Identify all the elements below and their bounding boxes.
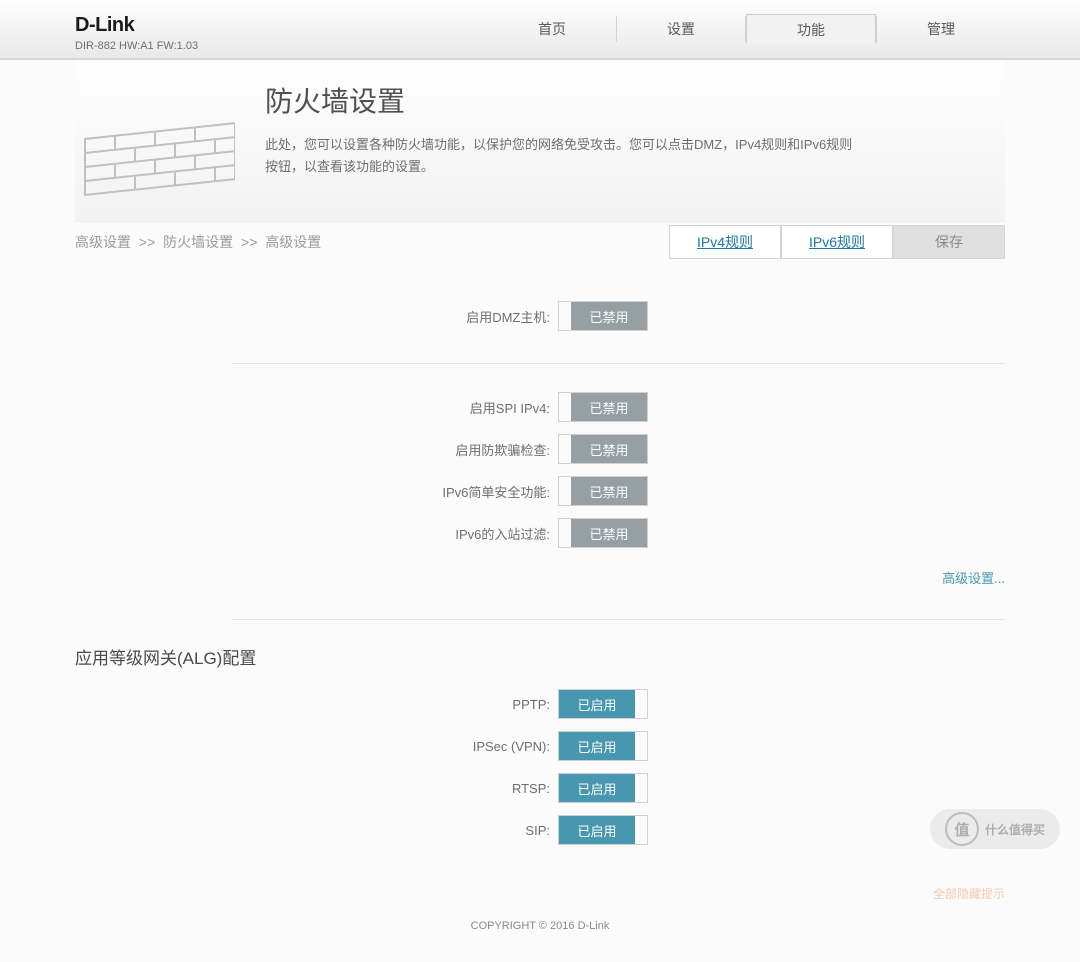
toggle-dmz[interactable]: 已禁用: [558, 301, 648, 331]
watermark: 值 什么值得买: [930, 809, 1060, 849]
label-rtsp: RTSP:: [75, 781, 558, 796]
action-bar: 高级设置 >> 防火墙设置 >> 高级设置 IPv4规则 IPv6规则 保存: [75, 223, 1005, 261]
nav-manage[interactable]: 管理: [877, 14, 1005, 44]
hide-hints-link[interactable]: 全部隐藏提示: [75, 877, 1005, 910]
label-ipv6in: IPv6的入站过滤:: [75, 524, 558, 543]
toggle-sip[interactable]: 已启用: [558, 815, 648, 845]
content: 启用DMZ主机: 已禁用 启用SPI IPv4: 已禁用 启用防欺骗检查: 已禁…: [75, 261, 1005, 910]
breadcrumb-b[interactable]: 防火墙设置: [163, 234, 233, 250]
ipv4-rules-button[interactable]: IPv4规则: [669, 225, 781, 259]
section-dmz: 启用DMZ主机: 已禁用: [75, 281, 1005, 359]
hero: 防火墙设置 此处，您可以设置各种防火墙功能，以保护您的网络免受攻击。您可以点击D…: [75, 60, 1005, 223]
label-sip: SIP:: [75, 823, 558, 838]
label-pptp: PPTP:: [75, 697, 558, 712]
nav-home[interactable]: 首页: [488, 14, 616, 44]
toggle-spi[interactable]: 已禁用: [558, 392, 648, 422]
firewall-icon: [75, 80, 255, 203]
toggle-spoof[interactable]: 已禁用: [558, 434, 648, 464]
toggle-rtsp[interactable]: 已启用: [558, 773, 648, 803]
label-ipv6simple: IPv6简单安全功能:: [75, 482, 558, 501]
label-spoof: 启用防欺骗检查:: [75, 440, 558, 459]
main-nav: 首页 设置 功能 管理: [488, 0, 1005, 58]
nav-settings[interactable]: 设置: [617, 14, 745, 44]
nav-features[interactable]: 功能: [746, 14, 876, 44]
label-ipsec: IPSec (VPN):: [75, 739, 558, 754]
section-security: 启用SPI IPv4: 已禁用 启用防欺骗检查: 已禁用 IPv6简单安全功能:…: [75, 364, 1005, 615]
page-title: 防火墙设置: [265, 80, 1005, 120]
label-spi: 启用SPI IPv4:: [75, 398, 558, 417]
label-dmz: 启用DMZ主机:: [75, 307, 558, 326]
copyright: COPYRIGHT © 2016 D-Link: [0, 910, 1080, 962]
watermark-icon: 值: [945, 812, 979, 846]
brand: D-Link DIR-882 HW:A1 FW:1.03: [75, 0, 198, 52]
breadcrumb-c: 高级设置: [265, 234, 321, 250]
alg-title: 应用等级网关(ALG)配置: [75, 644, 1005, 669]
toggle-ipv6in[interactable]: 已禁用: [558, 518, 648, 548]
page-description: 此处，您可以设置各种防火墙功能，以保护您的网络免受攻击。您可以点击DMZ，IPv…: [265, 134, 855, 178]
toggle-pptp[interactable]: 已启用: [558, 689, 648, 719]
toggle-ipsec[interactable]: 已启用: [558, 731, 648, 761]
topbar: D-Link DIR-882 HW:A1 FW:1.03 首页 设置 功能 管理: [0, 0, 1080, 60]
toggle-handle: [559, 302, 571, 330]
brand-model: DIR-882 HW:A1 FW:1.03: [75, 40, 198, 52]
ipv6-rules-button[interactable]: IPv6规则: [781, 225, 893, 259]
advanced-settings-link[interactable]: 高级设置...: [75, 558, 1005, 597]
save-button[interactable]: 保存: [893, 225, 1005, 259]
brand-logo: D-Link: [75, 14, 198, 37]
toggle-ipv6simple[interactable]: 已禁用: [558, 476, 648, 506]
breadcrumb: 高级设置 >> 防火墙设置 >> 高级设置: [75, 232, 669, 252]
breadcrumb-a[interactable]: 高级设置: [75, 234, 131, 250]
section-alg: 应用等级网关(ALG)配置 PPTP: 已启用 IPSec (VPN): 已启用…: [75, 620, 1005, 873]
